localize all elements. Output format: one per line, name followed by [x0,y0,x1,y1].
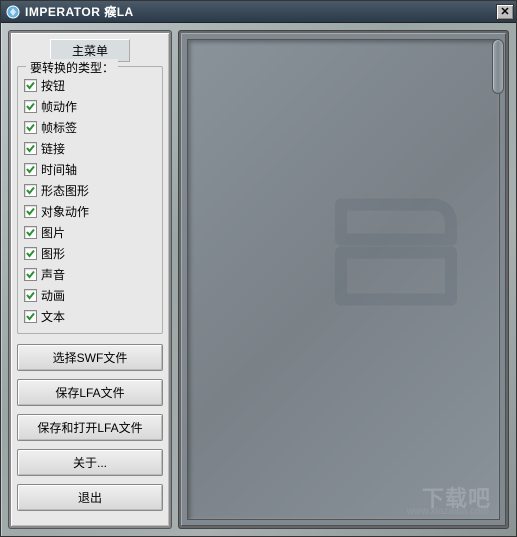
check-item-timeline: 时间轴 [24,159,156,180]
checkbox-link[interactable] [24,142,37,155]
check-item-morph: 形态图形 [24,180,156,201]
preview-canvas: 下载吧 www.xiazaiba.com [187,39,500,520]
check-item-object-action: 对象动作 [24,201,156,222]
watermark-url: www.xiazaiba.com [407,506,489,517]
logo-icon [321,174,471,327]
checkbox-animation[interactable] [24,289,37,302]
app-window: IMPERATOR 瘊LA ✕ 主菜单 要转换的类型： 按钮 帧动作 帧标签 [0,0,517,537]
scroll-thumb[interactable] [492,39,504,94]
types-group: 要转换的类型： 按钮 帧动作 帧标签 链接 [17,66,163,334]
check-item-frame-label: 帧标签 [24,117,156,138]
check-item-link: 链接 [24,138,156,159]
sidebar: 主菜单 要转换的类型： 按钮 帧动作 帧标签 链接 [9,31,171,528]
preview-panel: 下载吧 www.xiazaiba.com [179,31,508,528]
check-label: 图形 [41,245,65,262]
checkbox-frame-action[interactable] [24,100,37,113]
about-button[interactable]: 关于... [17,449,163,476]
check-label: 图片 [41,224,65,241]
titlebar: IMPERATOR 瘊LA ✕ [1,1,516,23]
checkbox-frame-label[interactable] [24,121,37,134]
types-group-title: 要转换的类型： [26,59,118,76]
check-label: 声音 [41,266,65,283]
checkbox-shape[interactable] [24,247,37,260]
checkbox-text[interactable] [24,310,37,323]
check-label: 文本 [41,308,65,325]
check-item-button: 按钮 [24,75,156,96]
window-title: IMPERATOR 瘊LA [25,3,496,20]
check-label: 形态图形 [41,182,89,199]
select-swf-button[interactable]: 选择SWF文件 [17,344,163,371]
check-item-animation: 动画 [24,285,156,306]
check-label: 帧标签 [41,119,77,136]
check-label: 动画 [41,287,65,304]
check-label: 帧动作 [41,98,77,115]
checkbox-object-action[interactable] [24,205,37,218]
checkbox-image[interactable] [24,226,37,239]
body-area: 主菜单 要转换的类型： 按钮 帧动作 帧标签 链接 [1,23,516,536]
check-item-frame-action: 帧动作 [24,96,156,117]
check-label: 时间轴 [41,161,77,178]
check-item-image: 图片 [24,222,156,243]
checkbox-sound[interactable] [24,268,37,281]
check-item-sound: 声音 [24,264,156,285]
app-icon [5,4,21,20]
check-label: 链接 [41,140,65,157]
check-label: 对象动作 [41,203,89,220]
preview-scrollbar[interactable] [492,39,504,520]
checkbox-morph[interactable] [24,184,37,197]
exit-button[interactable]: 退出 [17,484,163,511]
close-button[interactable]: ✕ [496,4,514,20]
check-item-shape: 图形 [24,243,156,264]
check-item-text: 文本 [24,306,156,327]
save-open-lfa-button[interactable]: 保存和打开LFA文件 [17,414,163,441]
checkbox-timeline[interactable] [24,163,37,176]
checkbox-button[interactable] [24,79,37,92]
save-lfa-button[interactable]: 保存LFA文件 [17,379,163,406]
check-label: 按钮 [41,77,65,94]
